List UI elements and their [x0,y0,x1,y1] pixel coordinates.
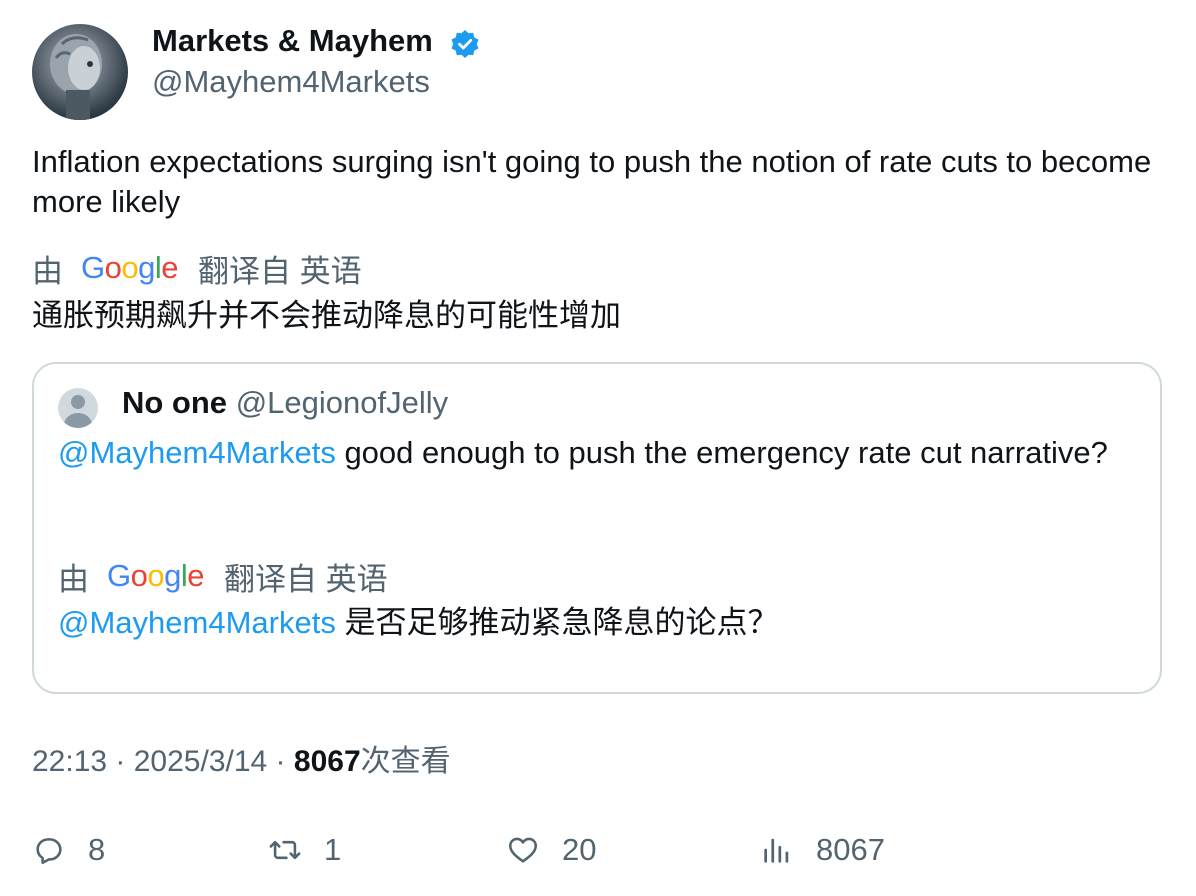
bar-chart-icon [764,838,789,863]
author-avatar[interactable] [32,24,128,120]
views-action-count: 8067 [816,832,885,867]
views-button[interactable]: 8067 [760,830,885,870]
like-count: 20 [562,832,597,867]
reply-icon [36,838,62,865]
quote-translation-from-label[interactable]: 翻译自 英语 [224,554,388,599]
tweet-time[interactable]: 22:13 [32,745,107,778]
tweet-date[interactable]: 2025/3/14 [134,745,267,778]
quote-author-avatar[interactable] [58,388,98,428]
quote-translation-attribution: 由 Google 翻译自 英语 [58,554,388,599]
translation-attribution: 由 Google 翻译自 英语 [32,246,362,291]
author-display-name[interactable]: Markets & Mayhem [152,22,433,60]
retweet-count: 1 [324,832,342,867]
google-logo: Google [81,250,179,285]
quote-text: @Mayhem4Markets good enough to push the … [58,433,1138,473]
quote-translation-mention-link[interactable]: @Mayhem4Markets [58,605,336,640]
quote-display-name: No one [122,385,228,420]
heart-icon [508,837,538,863]
translation-by-label: 由 [32,253,63,289]
reply-count: 8 [88,832,106,867]
translation-from-label[interactable]: 翻译自 英语 [198,246,362,291]
tweet-meta: 22:13 · 2025/3/14 · 8067次查看 [32,745,451,778]
author-handle[interactable]: @Mayhem4Markets [152,63,430,101]
retweet-icon [269,840,301,860]
retweet-button[interactable]: 1 [268,830,341,870]
google-logo: Google [107,558,205,593]
default-avatar-icon [71,395,85,409]
verified-badge-icon [450,29,480,59]
quote-translation-by-label: 由 [58,561,89,597]
quote-handle: @LegionofJelly [235,385,449,420]
tweet-text: Inflation expectations surging isn't goi… [32,144,1152,219]
quote-body-text: good enough to push the emergency rate c… [335,435,1108,470]
quote-mention-link[interactable]: @Mayhem4Markets [58,435,336,470]
robot-head-image [50,34,102,120]
quote-author[interactable]: No one @LegionofJelly [122,383,448,423]
reply-button[interactable]: 8 [32,830,105,870]
views-label: 次查看 [360,745,451,778]
quote-translation-body: 是否足够推动紧急降息的论点？ [335,605,779,640]
tweet-translation-text: 通胀预期飙升并不会推动降息的可能性增加 [32,298,621,333]
views-count: 8067 [293,745,361,778]
quote-translation-text: @Mayhem4Markets 是否足够推动紧急降息的论点？ [58,603,778,643]
like-button[interactable]: 20 [506,830,596,870]
